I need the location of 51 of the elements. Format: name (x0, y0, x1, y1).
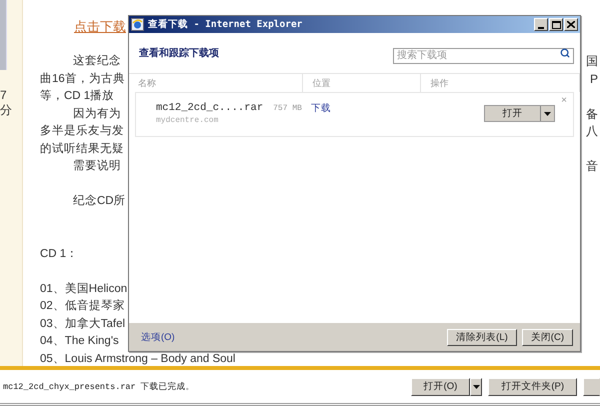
file-name: mc12_2cd_c....rar (156, 102, 264, 114)
notification-message: mc12_2cd_chyx_presents.rar 下载已完成。 (3, 380, 195, 392)
close-button[interactable] (564, 18, 578, 31)
text-line: 曲16首，为古典 (40, 72, 125, 86)
close-dialog-button[interactable]: 关闭(C) (522, 328, 573, 346)
side-label: 分 (0, 103, 13, 118)
text-line: 等，CD 1播放 (40, 88, 114, 104)
file-size: 757 MB (273, 104, 302, 113)
text-line: 01、美国Helicon (40, 281, 128, 296)
text-fragment: 八 (586, 123, 599, 140)
dialog-heading: 查看和跟踪下载项 (139, 46, 219, 60)
source-domain: mydcentre.com (156, 116, 220, 125)
sidebar-panel (0, 0, 7, 70)
open-folder-button[interactable]: 打开文件夹(P) (488, 378, 577, 396)
text-line: 纪念CD所 (72, 194, 126, 209)
close-icon (567, 21, 575, 28)
text-line: 04、The King's (40, 334, 119, 349)
caret-icon (544, 112, 551, 116)
search-field[interactable]: 搜索下载项 (393, 48, 574, 64)
section-heading: CD 1： (40, 246, 78, 262)
side-label: 7 (0, 88, 8, 103)
text-fragment: P (590, 72, 599, 86)
text-line: 03、加拿大Tafel (40, 316, 126, 332)
column-header: 位置 (303, 74, 422, 92)
cancel-button[interactable] (583, 378, 600, 396)
text-line: 02、低音提琴家 (40, 298, 125, 314)
text-fragment: 备 (586, 106, 599, 123)
text-line: 05、Louis Armstrong – Body and Soul (40, 352, 236, 366)
text-line: 多半是乐友与发 (40, 124, 124, 139)
text-fragment: 音 (586, 158, 599, 176)
download-link[interactable]: 点击下载 (74, 18, 126, 36)
location-link[interactable]: 下载 (311, 102, 331, 115)
text-line: 这套纪念 (72, 53, 121, 69)
clear-list-button[interactable]: 清除列表(L) (447, 328, 517, 346)
browser-icon (131, 18, 144, 31)
minimize-icon (538, 26, 544, 28)
dropdown-button[interactable] (470, 378, 482, 396)
text-line: 因为有为 (72, 106, 121, 122)
caret-icon (472, 384, 480, 388)
column-header: 名称 (129, 74, 304, 92)
window-title: 查看下载 - Internet Explorer (148, 18, 302, 31)
text-line: 的试听结果无疑 (40, 142, 124, 156)
search-icon (560, 48, 570, 58)
text-line: 需要说明 (72, 158, 121, 174)
maximize-button[interactable] (549, 18, 563, 31)
maximize-icon (552, 20, 560, 28)
text-fragment: 国 (586, 53, 599, 70)
options-link[interactable]: 选项(O) (141, 330, 175, 344)
open-button[interactable]: 打开(O) (410, 378, 470, 396)
minimize-button[interactable] (534, 18, 548, 31)
column-header: 操作 (421, 74, 580, 92)
